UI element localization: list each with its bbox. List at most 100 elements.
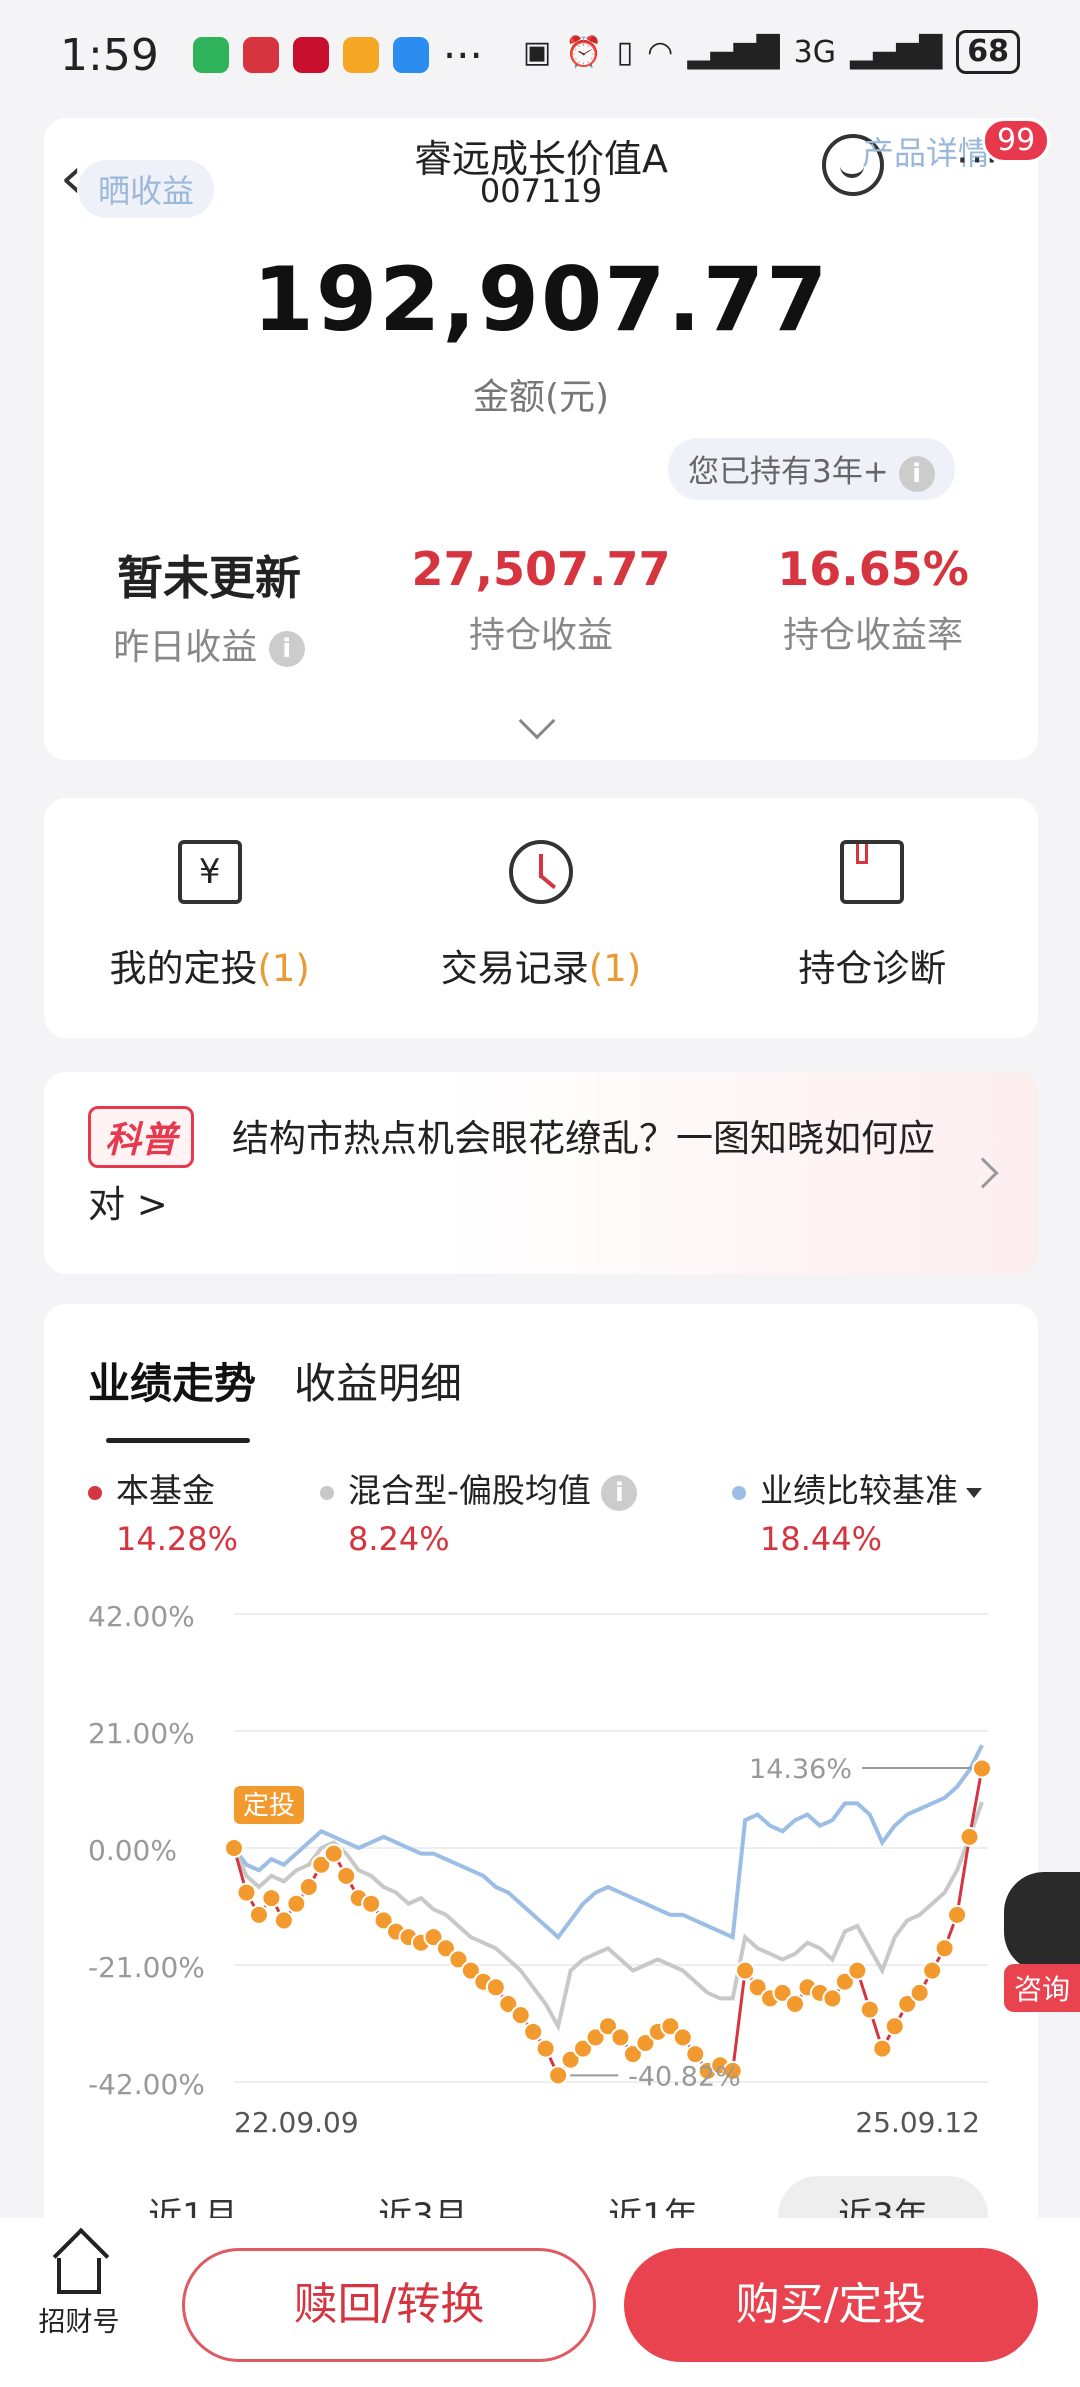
series-line-1 — [232, 1801, 984, 2032]
wifi-icon: ◠ — [647, 34, 674, 70]
legend-value: 14.28% — [116, 1520, 239, 1558]
dca-point — [822, 1988, 843, 2009]
holding-duration-text: 您已持有3年+ — [688, 454, 889, 490]
legend-name: 混合型-偏股均值 — [348, 1471, 591, 1510]
max-annotation-label: 14.36% — [749, 1754, 852, 1785]
legend-dot — [88, 1485, 102, 1500]
x-tick-label: 22.09.09 — [234, 2106, 359, 2139]
dca-point — [523, 2021, 544, 2042]
x-tick-label: 25.09.12 — [855, 2106, 980, 2139]
nfc-icon: ▣ — [522, 34, 552, 70]
dca-point — [735, 1960, 756, 1981]
home-icon — [57, 2258, 101, 2294]
transaction-records-button[interactable]: 交易记录(1) — [375, 798, 706, 1038]
status-bar: 1:59 ··· ▣ ⏰ ▯ ◠ ▂▄▆█ 3G ▂▄▆█ 68 — [0, 0, 1080, 110]
calendar-yen-icon: ¥ — [177, 840, 242, 904]
app-notification-icon — [292, 37, 329, 73]
dca-point — [909, 1982, 930, 2003]
redeem-button[interactable]: 赎回/转换 — [182, 2248, 596, 2362]
transaction-records-count: (1) — [588, 947, 642, 990]
alarm-icon: ⏰ — [565, 34, 603, 70]
y-tick-label: 0.00% — [88, 1834, 177, 1867]
dropdown-caret-icon[interactable] — [966, 1487, 982, 1498]
dca-point — [859, 1999, 880, 2020]
dca-point — [236, 1882, 257, 1903]
more-notifications-icon: ··· — [442, 30, 483, 80]
position-diagnosis-button[interactable]: 持仓诊断 — [707, 798, 1038, 1038]
dca-point — [947, 1904, 968, 1925]
active-tab-indicator — [106, 1438, 250, 1443]
y-tick-label: -42.00% — [88, 2068, 205, 2101]
my-dca-label: 我的定投 — [109, 947, 258, 990]
legend-item-benchmark[interactable]: 业绩比较基准 18.44% — [732, 1464, 982, 1558]
series-line-2 — [232, 1744, 984, 1941]
dca-point — [510, 2005, 531, 2026]
dca-point — [323, 1843, 344, 1864]
yesterday-earnings: 暂未更新 昨日收益 i — [44, 542, 374, 670]
signal-icon: ▂▄▆█ — [687, 34, 780, 70]
dca-point — [872, 2038, 893, 2059]
dca-point — [847, 1960, 868, 1981]
performance-card: 业绩走势 收益明细 本基金 14.28% 混合型-偏股均值 i 8.24% 业绩… — [44, 1304, 1038, 2256]
dca-point — [261, 1888, 282, 1909]
advisor-avatar — [1004, 1872, 1080, 1972]
holding-duration-badge[interactable]: 您已持有3年+ i — [668, 438, 955, 500]
dca-point — [610, 2027, 631, 2048]
holding-summary-card: 晒收益 ‹ 睿远成长价值A 007119 产品详情 ··· 99 192,907… — [44, 118, 1051, 760]
dca-tag-label: 定投 — [243, 1791, 295, 1821]
dca-point — [959, 1826, 980, 1847]
info-icon[interactable]: i — [601, 1474, 638, 1511]
position-earnings-value: 27,507.77 — [411, 542, 671, 596]
tab-performance-trend[interactable]: 业绩走势 — [88, 1350, 256, 1411]
signal-icon: ▂▄▆█ — [849, 34, 943, 70]
min-annotation-label: -40.82% — [628, 2061, 741, 2092]
dca-point — [361, 1893, 382, 1914]
yesterday-earnings-label: 昨日收益 i — [44, 618, 374, 670]
app-notification-icon — [392, 37, 429, 73]
info-icon[interactable]: i — [268, 631, 305, 667]
performance-line-chart[interactable]: 42.00% 21.00% 0.00% -21.00% -42.00% 22.09.09 2… — [44, 1574, 1038, 2174]
advisor-label: 咨询 — [1004, 1964, 1080, 2012]
y-tick-label: -21.00% — [88, 1951, 205, 1984]
buy-button[interactable]: 购买/定投 — [624, 2248, 1038, 2362]
science-article-text: 结构市热点机会眼花缭乱？一图知晓如何应对 > — [88, 1117, 935, 1226]
legend-item-category-average[interactable]: 混合型-偏股均值 i 8.24% — [320, 1464, 638, 1558]
dca-point — [785, 1994, 805, 2014]
vibrate-icon: ▯ — [616, 34, 634, 70]
dca-point — [535, 2038, 556, 2059]
app-notification-icon — [242, 37, 279, 73]
dca-point — [934, 1938, 955, 1959]
fund-code: 007119 — [479, 172, 603, 210]
network-type: 3G — [793, 34, 836, 70]
quick-actions-card: ¥ 我的定投(1) 交易记录(1) 持仓诊断 — [44, 798, 1038, 1038]
app-notification-icon — [192, 37, 229, 73]
dca-point — [336, 1865, 357, 1886]
legend-value: 18.44% — [760, 1520, 883, 1558]
expand-chevron-icon[interactable] — [518, 702, 556, 740]
book-icon — [840, 840, 905, 904]
y-tick-label: 21.00% — [88, 1717, 195, 1750]
dca-point — [548, 2065, 569, 2086]
dca-point — [922, 1960, 943, 1981]
position-return-rate: 16.65% 持仓收益率 — [708, 542, 1038, 658]
info-icon[interactable]: i — [898, 455, 935, 492]
dca-point — [298, 1877, 319, 1897]
my-dca-button[interactable]: ¥ 我的定投(1) — [44, 798, 375, 1038]
message-count-badge: 99 — [982, 118, 1051, 163]
app-notification-icon — [342, 37, 379, 73]
home-tab[interactable]: 招财号 — [34, 2258, 124, 2339]
advisor-float-button[interactable]: 咨询 — [1004, 1872, 1080, 2032]
position-diagnosis-label: 持仓诊断 — [798, 947, 947, 990]
legend-name: 业绩比较基准 — [760, 1471, 958, 1510]
performance-tabs: 业绩走势 收益明细 — [88, 1350, 462, 1411]
science-tag: 科普 — [88, 1106, 195, 1168]
science-article-card[interactable]: 结构市热点机会眼花缭乱？一图知晓如何应对 > 科普 — [44, 1072, 1038, 1274]
clock-history-icon — [508, 840, 573, 904]
status-time: 1:59 — [60, 29, 159, 81]
legend-dot — [732, 1485, 746, 1500]
dca-point — [286, 1893, 307, 1914]
legend-item-fund[interactable]: 本基金 14.28% — [88, 1464, 238, 1558]
tab-earnings-detail[interactable]: 收益明细 — [294, 1350, 462, 1411]
bottom-action-bar: 招财号 赎回/转换 购买/定投 — [0, 2218, 1080, 2387]
position-return-rate-value: 16.65% — [777, 542, 969, 596]
